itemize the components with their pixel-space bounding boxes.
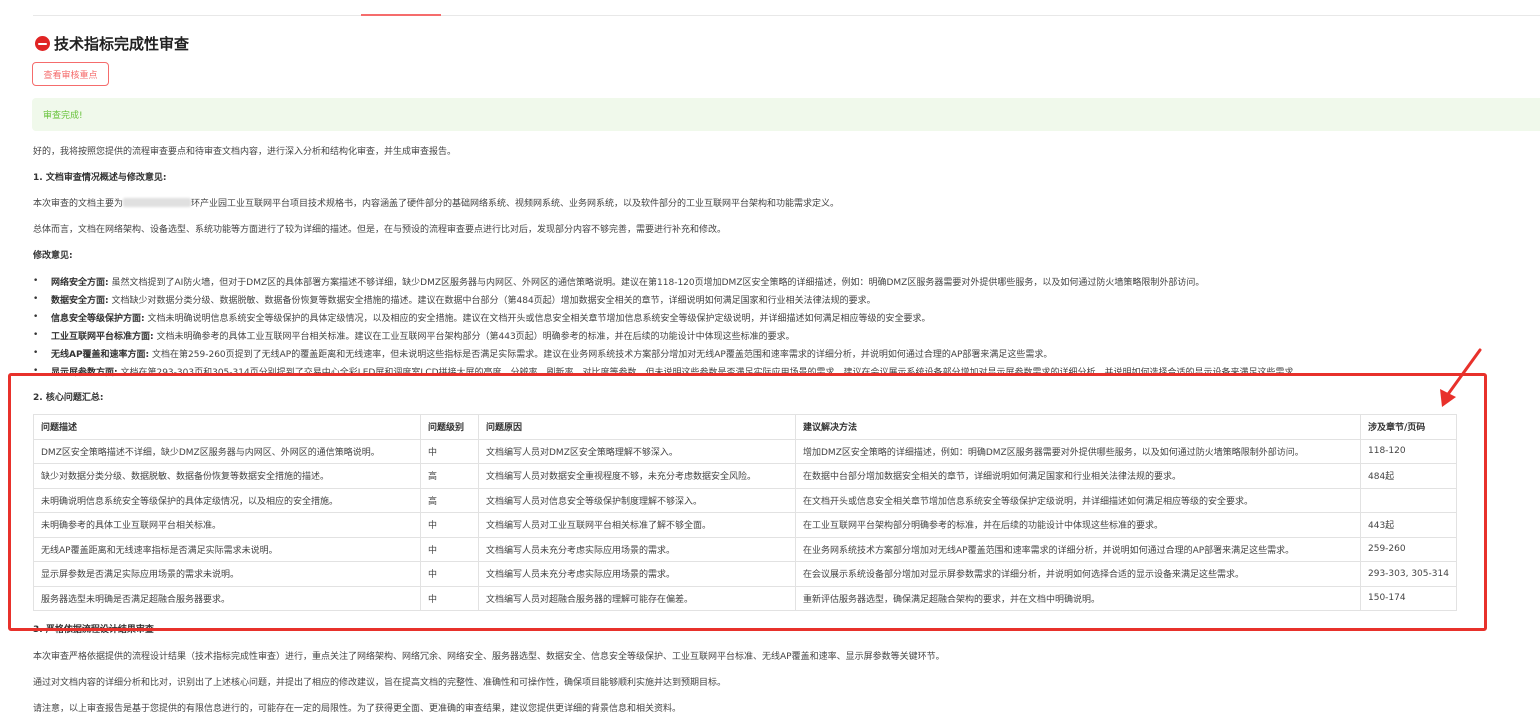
table-row: 缺少对数据分类分级、数据脱敏、数据备份恢复等数据安全措施的描述。 高 文档编写人… [33, 463, 1457, 489]
table-cell: 文档编写人员对DMZ区安全策略理解不够深入。 [478, 438, 796, 464]
list-item: • 工业互联网平台标准方面: 文档未明确参考的具体工业互联网平台相关标准。建议在工… [33, 330, 795, 342]
section1-para1: 本次审查的文档主要为 环产业园工业互联网平台项目技术规格书，内容涵盖了硬件部分的基… [33, 196, 839, 209]
section3-para2: 通过对文档内容的详细分析和比对，识别出了上述核心问题，并提出了相应的修改建议，旨… [33, 678, 727, 688]
table-cell: 高 [420, 463, 479, 489]
list-item: • 数据安全方面: 文档缺少对数据分类分级、数据脱敏、数据备份恢复等数据安全措施的… [33, 294, 876, 306]
table-cell: 文档编写人员未充分考虑实际应用场景的需求。 [478, 536, 796, 562]
table-cell: 中 [420, 536, 479, 562]
section1-para1-prefix: 本次审查的文档主要为 [33, 199, 124, 209]
table-cell: 484起 [1360, 463, 1457, 489]
section1-para2: 总体而言，文档在网络架构、设备选型、系统功能等方面进行了较为详细的描述。但是，在… [33, 225, 727, 235]
column-header: 问题级别 [420, 414, 479, 440]
table-cell: 无线AP覆盖距离和无线速率指标是否满足实际需求未说明。 [33, 536, 421, 562]
table-cell: DMZ区安全策略描述不详细，缺少DMZ区服务器与内网区、外网区的通信策略说明。 [33, 438, 421, 464]
table-header-row: 问题描述 问题级别 问题原因 建议解决方法 涉及章节/页码 [33, 414, 1457, 440]
page-title: 技术指标完成性审查 [54, 35, 190, 53]
table-cell: 未明确参考的具体工业互联网平台相关标准。 [33, 512, 421, 538]
table-cell: 在业务网系统技术方案部分增加对无线AP覆盖范围和速率需求的详细分析，并说明如何通… [795, 536, 1361, 562]
column-header: 涉及章节/页码 [1360, 414, 1457, 440]
table-cell: 文档编写人员对信息安全等级保护制度理解不够深入。 [478, 487, 796, 513]
table-cell: 中 [420, 585, 479, 611]
redacted-text [123, 198, 192, 207]
table-cell: 中 [420, 512, 479, 538]
table-cell: 显示屏参数是否满足实际应用场景的需求未说明。 [33, 561, 421, 587]
suggestion-list: • 网络安全方面: 虽然文档提到了AI防火墙，但对于DMZ区的具体部署方案描述不够… [33, 272, 1473, 380]
table-cell: 文档编写人员对数据安全重视程度不够，未充分考虑数据安全风险。 [478, 463, 796, 489]
table-row: DMZ区安全策略描述不详细，缺少DMZ区服务器与内网区、外网区的通信策略说明。 … [33, 438, 1457, 464]
table-cell: 服务器选型未明确是否满足超融合服务器要求。 [33, 585, 421, 611]
intro-text: 好的，我将按照您提供的流程审查要点和待审查文档内容，进行深入分析和结构化审查，并… [33, 147, 457, 157]
table-cell: 未明确说明信息系统安全等级保护的具体定级情况，以及相应的安全措施。 [33, 487, 421, 513]
table-row: 未明确说明信息系统安全等级保护的具体定级情况，以及相应的安全措施。 高 文档编写… [33, 487, 1457, 513]
table-cell: 文档编写人员未充分考虑实际应用场景的需求。 [478, 561, 796, 587]
column-header: 建议解决方法 [795, 414, 1361, 440]
table-cell: 文档编写人员对工业互联网平台相关标准了解不够全面。 [478, 512, 796, 538]
table-cell: 443起 [1360, 512, 1457, 538]
table-cell: 259-260 [1360, 536, 1457, 562]
table-cell: 150-174 [1360, 585, 1457, 611]
section2-heading: 2. 核心问题汇总: [33, 393, 104, 403]
table-cell: 在文档开头或信息安全相关章节增加信息系统安全等级保护定级说明，并详细描述如何满足… [795, 487, 1361, 513]
status-alert: 审查完成! [32, 98, 1540, 131]
active-tab-indicator [361, 14, 441, 16]
table-cell: 重新评估服务器选型，确保满足超融合架构的要求，并在文档中明确说明。 [795, 585, 1361, 611]
section3-heading: 3. 严格依据流程设计结果审查 [33, 625, 154, 635]
section1-para1-suffix: 环产业园工业互联网平台项目技术规格书，内容涵盖了硬件部分的基础网络系统、视频网系… [191, 199, 840, 209]
page-title-row: 技术指标完成性审查 [35, 33, 189, 54]
list-item: • 网络安全方面: 虽然文档提到了AI防火墙，但对于DMZ区的具体部署方案描述不够… [33, 276, 1205, 288]
table-row: 无线AP覆盖距离和无线速率指标是否满足实际需求未说明。 中 文档编写人员未充分考… [33, 536, 1457, 562]
table-row: 显示屏参数是否满足实际应用场景的需求未说明。 中 文档编写人员未充分考虑实际应用… [33, 561, 1457, 587]
table-cell: 118-120 [1360, 438, 1457, 464]
status-message: 审查完成! [43, 111, 83, 121]
minus-circle-icon [35, 36, 50, 51]
table-cell: 在数据中台部分增加数据安全相关的章节，详细说明如何满足国家和行业相关法律法规的要… [795, 463, 1361, 489]
list-item: • 信息安全等级保护方面: 文档未明确说明信息系统安全等级保护的具体定级情况，以及… [33, 312, 931, 324]
table-cell: 缺少对数据分类分级、数据脱敏、数据备份恢复等数据安全措施的描述。 [33, 463, 421, 489]
table-cell: 增加DMZ区安全策略的详细描述，例如：明确DMZ区服务器需要对外提供哪些服务，以… [795, 438, 1361, 464]
section1-heading: 1. 文档审查情况概述与修改意见: [33, 173, 167, 183]
table-cell: 高 [420, 487, 479, 513]
table-cell: 中 [420, 438, 479, 464]
section3-para3: 请注意，以上审查报告是基于您提供的有限信息进行的，可能存在一定的局限性。为了获得… [33, 704, 682, 714]
table-cell: 在会议展示系统设备部分增加对显示屏参数需求的详细分析，并说明如何选择合适的显示设… [795, 561, 1361, 587]
list-item: • 显示屏参数方面: 文档在第293-303页和305-314页分别提到了交易中心… [33, 366, 1303, 378]
table-row: 服务器选型未明确是否满足超融合服务器要求。 中 文档编写人员对超融合服务器的理解… [33, 585, 1457, 611]
table-cell: 在工业互联网平台架构部分明确参考的标准，并在后续的功能设计中体现这些标准的要求。 [795, 512, 1361, 538]
suggest-heading: 修改意见: [33, 251, 73, 261]
table-cell: 293-303, 305-314 [1360, 561, 1457, 587]
column-header: 问题原因 [478, 414, 796, 440]
section3-para1: 本次审查严格依据提供的流程设计结果（技术指标完成性审查）进行，重点关注了网络架构… [33, 652, 945, 662]
table-cell: 中 [420, 561, 479, 587]
table-cell: 文档编写人员对超融合服务器的理解可能存在偏差。 [478, 585, 796, 611]
issues-table: 问题描述 问题级别 问题原因 建议解决方法 涉及章节/页码 DMZ区安全策略描述… [33, 414, 1457, 611]
table-cell [1360, 487, 1457, 513]
list-item: • 无线AP覆盖和速率方面: 文档在第259-260页提到了无线AP的覆盖距离和无… [33, 348, 1053, 360]
view-review-points-button[interactable]: 查看审核重点 [32, 62, 109, 86]
table-row: 未明确参考的具体工业互联网平台相关标准。 中 文档编写人员对工业互联网平台相关标… [33, 512, 1457, 538]
top-divider [33, 15, 1540, 16]
column-header: 问题描述 [33, 414, 421, 440]
